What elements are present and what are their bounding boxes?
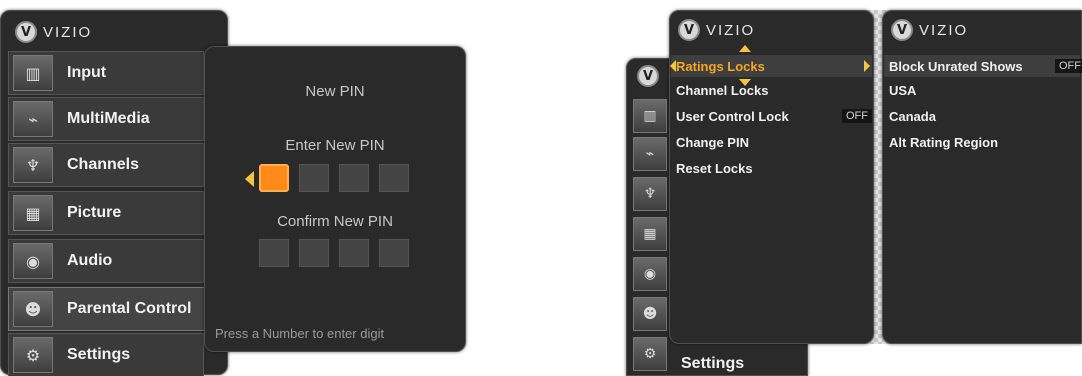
menu-item-label: Settings: [67, 346, 131, 363]
menu-item-canada[interactable]: Canada: [889, 109, 936, 124]
vizio-v-icon: V: [891, 19, 913, 41]
enter-pin-digit-1[interactable]: [259, 164, 289, 192]
usb-icon: ⌁: [13, 101, 53, 137]
menu-item-settings[interactable]: ⚙ Settings: [8, 333, 204, 376]
picture-icon: ▦: [13, 195, 53, 231]
speaker-icon[interactable]: ◉: [633, 257, 667, 291]
parental-control-menu: V VIZIO Ratings Locks Channel Locks User…: [669, 10, 874, 344]
antenna-icon[interactable]: ♆: [633, 177, 667, 211]
enter-pin-digit-4[interactable]: [379, 164, 409, 192]
menu-item-label: MultiMedia: [67, 110, 150, 127]
pin-hint-text: Press a Number to enter digit: [215, 326, 385, 341]
settings-icon: ⚙: [13, 337, 53, 373]
confirm-pin-digit-1[interactable]: [259, 239, 289, 267]
confirm-pin-label: Confirm New PIN: [277, 213, 393, 230]
parents-icon[interactable]: ☻: [633, 297, 667, 331]
menu-item-reset-locks[interactable]: Reset Locks: [676, 161, 753, 176]
menu-item-label: Input: [67, 64, 107, 81]
main-menu-panel: V VIZIO ▥ Input ⌁ MultiMedia ♆ Channels …: [0, 10, 228, 376]
menu-item-label: Channels: [67, 156, 140, 173]
menu-item-input[interactable]: ▥ Input: [8, 51, 204, 95]
vizio-logo: V VIZIO: [891, 19, 968, 41]
confirm-pin-digit-2[interactable]: [299, 239, 329, 267]
ratings-locks-menu: V VIZIO Block Unrated Shows OFF USA Cana…: [882, 10, 1082, 344]
vizio-logo-text: VIZIO: [43, 23, 93, 41]
menu-item-multimedia[interactable]: ⌁ MultiMedia: [8, 97, 204, 141]
collapsed-settings-label: Settings: [681, 355, 745, 372]
menu-item-block-unrated-shows[interactable]: Block Unrated Shows: [889, 59, 1023, 74]
vizio-logo-text: VIZIO: [706, 21, 756, 39]
user-control-lock-value: OFF: [842, 109, 872, 123]
menu-item-change-pin[interactable]: Change PIN: [676, 135, 749, 150]
vizio-logo-text: VIZIO: [919, 21, 969, 39]
vizio-v-icon: V: [15, 21, 37, 43]
scroll-up-arrow-icon[interactable]: [739, 45, 751, 52]
parents-icon: ☻: [13, 291, 53, 327]
menu-item-ratings-locks[interactable]: Ratings Locks: [676, 59, 765, 74]
input-icon: ▥: [13, 55, 53, 91]
pin-cursor-arrow-icon: [245, 171, 254, 187]
menu-item-alt-rating-region[interactable]: Alt Rating Region: [889, 135, 998, 150]
menu-item-label: Parental Control: [67, 300, 192, 317]
vizio-logo: V VIZIO: [678, 19, 755, 41]
menu-item-channels[interactable]: ♆ Channels: [8, 143, 204, 187]
block-unrated-shows-value: OFF: [1055, 59, 1082, 73]
settings-icon[interactable]: ⚙: [633, 337, 667, 371]
confirm-pin-digit-4[interactable]: [379, 239, 409, 267]
speaker-icon: ◉: [13, 243, 53, 279]
pin-dialog: New PIN Enter New PIN Confirm New PIN Pr…: [204, 46, 466, 352]
submenu-arrow-icon[interactable]: [864, 60, 870, 72]
menu-item-picture[interactable]: ▦ Picture: [8, 191, 204, 235]
picture-icon[interactable]: ▦: [633, 217, 667, 251]
antenna-icon: ♆: [13, 147, 53, 183]
menu-item-channel-locks[interactable]: Channel Locks: [676, 83, 768, 98]
menu-item-audio[interactable]: ◉ Audio: [8, 239, 204, 283]
enter-pin-label: Enter New PIN: [285, 137, 385, 154]
usb-icon[interactable]: ⌁: [633, 137, 667, 171]
menu-item-label: Audio: [67, 252, 113, 269]
vizio-v-icon: V: [637, 65, 659, 87]
pin-dialog-title: New PIN: [305, 83, 365, 100]
menu-item-parental-control[interactable]: ☻ Parental Control: [8, 287, 222, 331]
input-icon[interactable]: ▥: [633, 99, 667, 133]
menu-item-label: Picture: [67, 204, 122, 221]
enter-pin-digit-3[interactable]: [339, 164, 369, 192]
menu-item-user-control-lock[interactable]: User Control Lock: [676, 109, 789, 124]
confirm-pin-digit-3[interactable]: [339, 239, 369, 267]
enter-pin-digit-2[interactable]: [299, 164, 329, 192]
vizio-v-icon: V: [678, 19, 700, 41]
vizio-logo: V VIZIO: [15, 21, 92, 43]
menu-item-usa[interactable]: USA: [889, 83, 916, 98]
